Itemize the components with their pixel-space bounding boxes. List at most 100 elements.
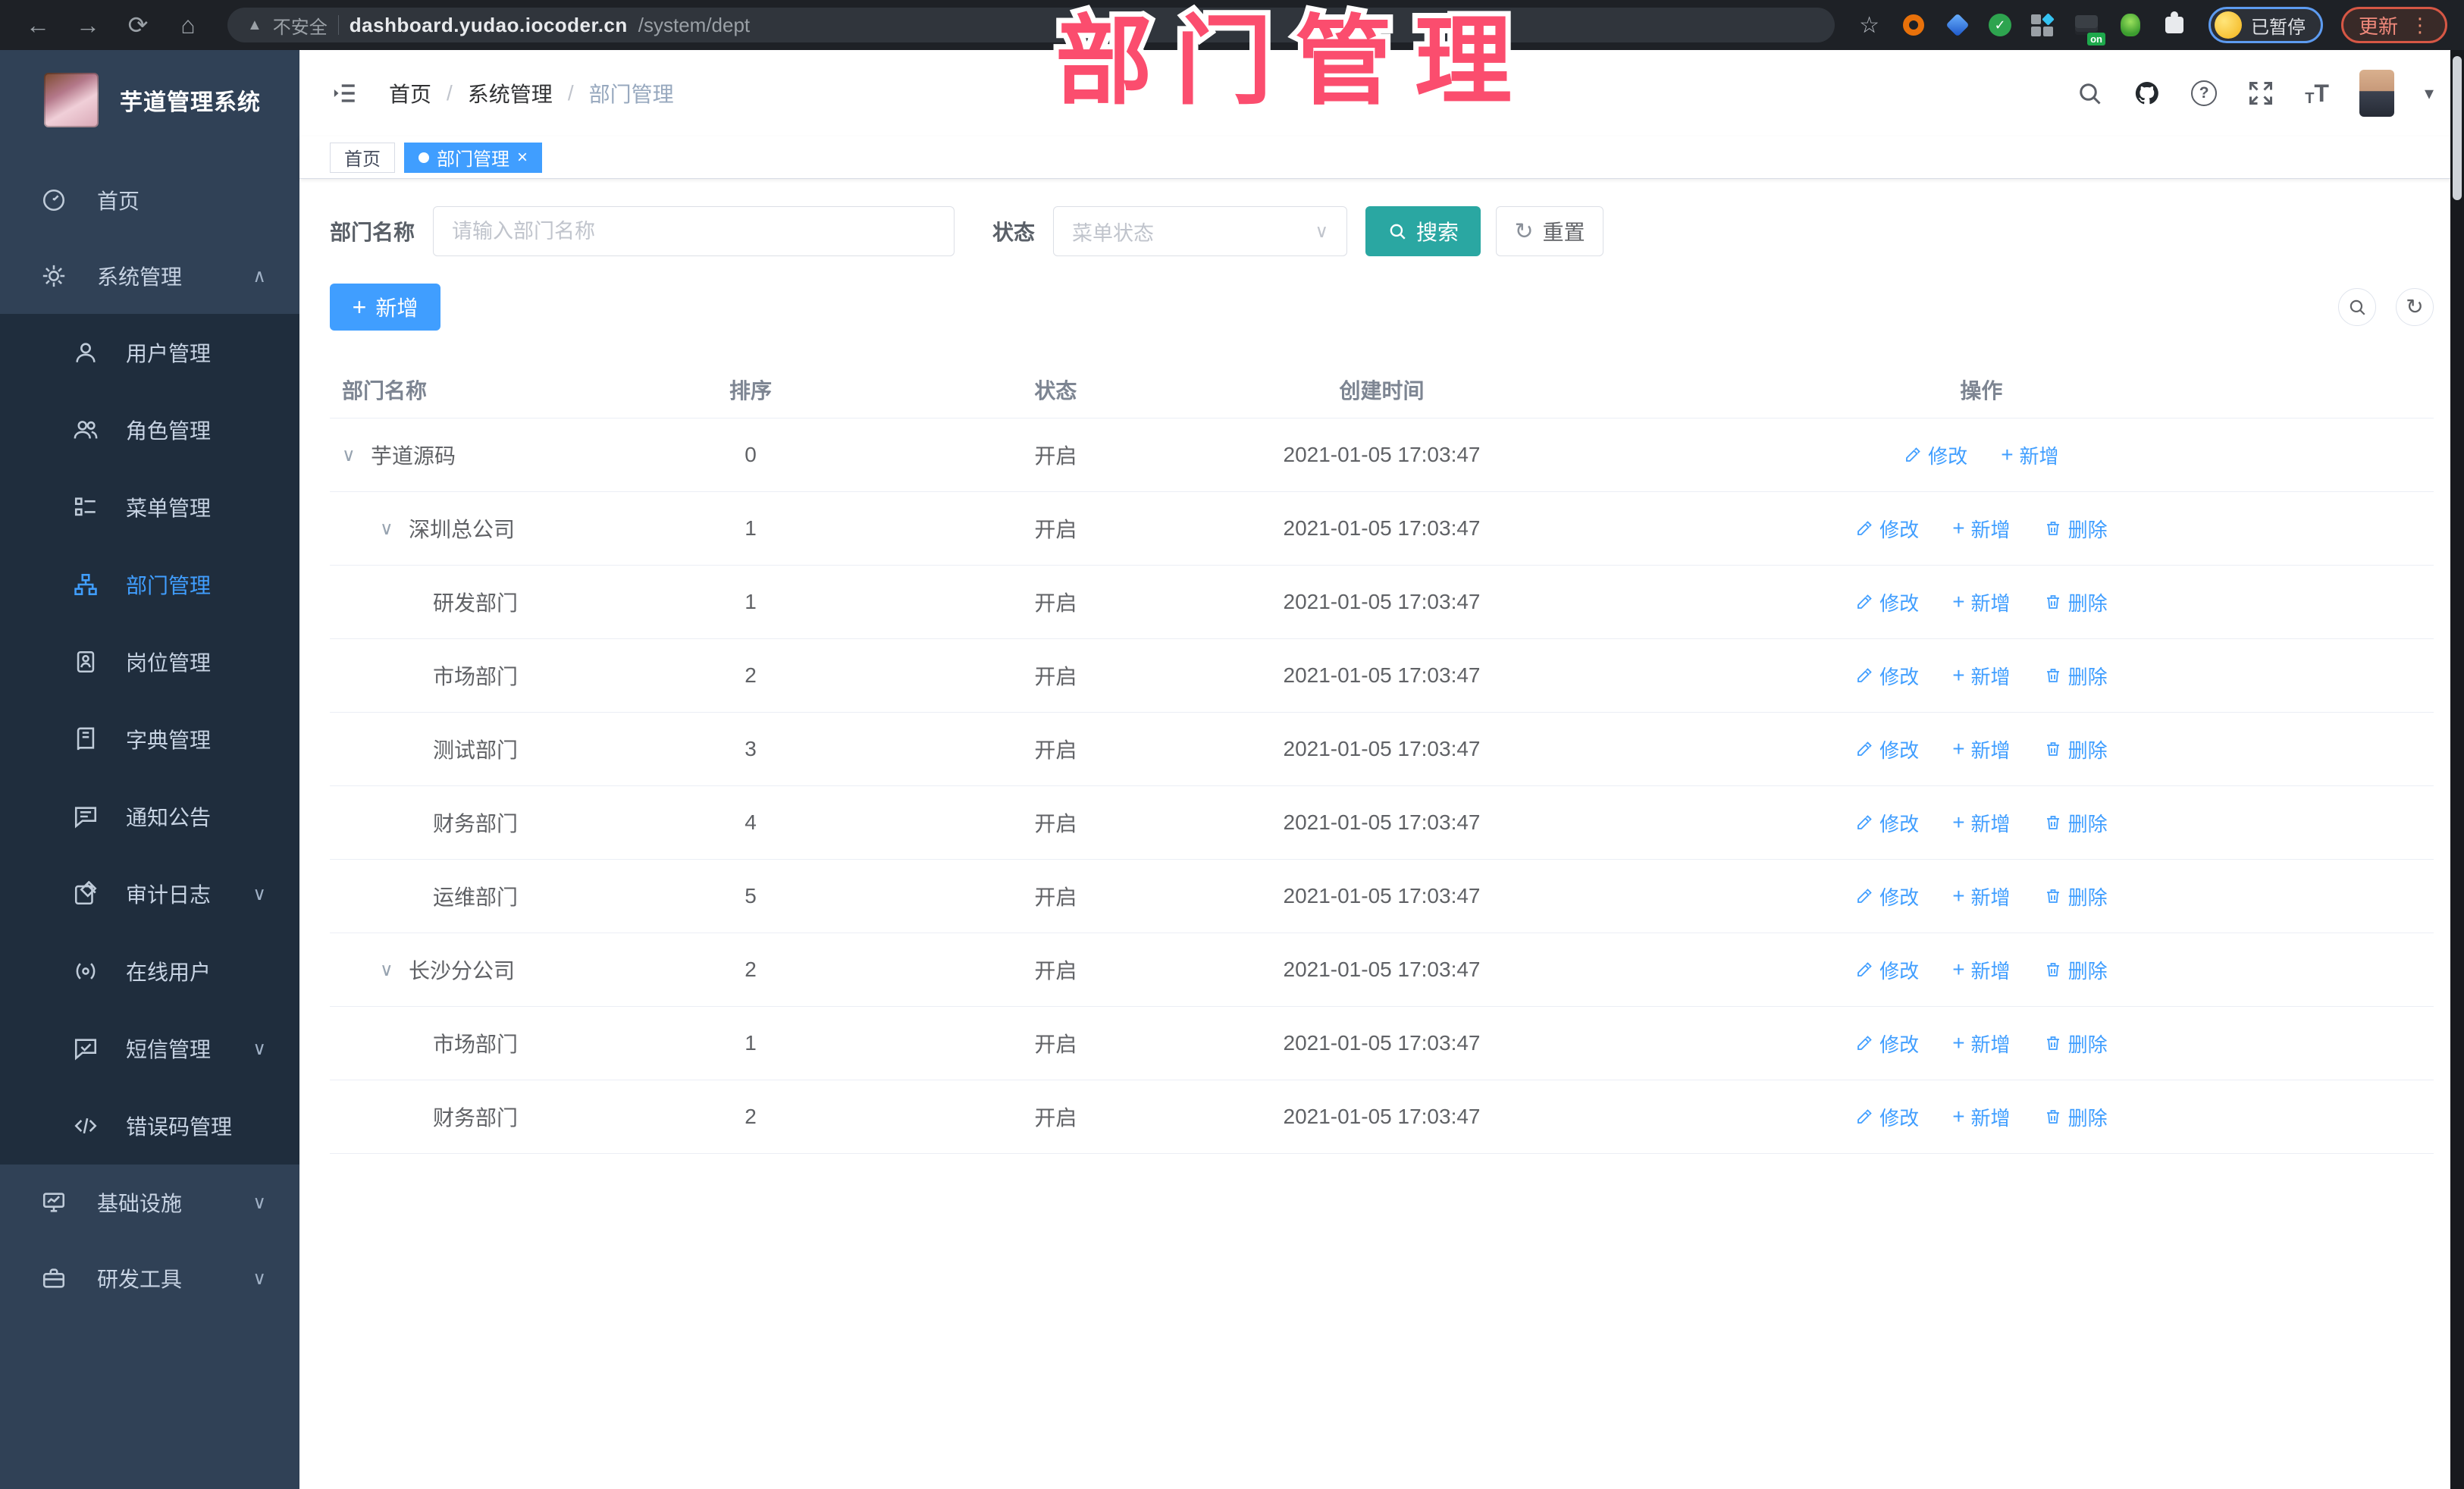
sidebar-item-infrastructure[interactable]: 基础设施 ∨ xyxy=(0,1165,299,1240)
row-action-delete[interactable]: 删除 xyxy=(2044,956,2108,984)
sidebar-logo[interactable]: 芋道管理系统 xyxy=(0,50,299,150)
sidebar-item-online-users[interactable]: 在线用户 xyxy=(0,933,299,1010)
row-action-add[interactable]: + 新增 xyxy=(1952,809,2010,837)
row-action-modify[interactable]: 修改 xyxy=(1904,441,1967,469)
browser-update-button[interactable]: 更新 ⋮ xyxy=(2340,7,2447,43)
row-action-add[interactable]: + 新增 xyxy=(1952,515,2010,543)
browser-scrollbar[interactable] xyxy=(2450,50,2464,1489)
extension-icon-gem[interactable] xyxy=(1945,12,1970,38)
row-action-delete[interactable]: 删除 xyxy=(2044,809,2108,837)
security-warning-icon: ▲ xyxy=(247,16,262,33)
row-action-delete[interactable]: 删除 xyxy=(2044,1030,2108,1058)
table-toolbar: + 新增 ↻ xyxy=(330,284,2434,331)
row-action-add[interactable]: + 新增 xyxy=(1952,956,2010,984)
browser-home-icon[interactable]: ⌂ xyxy=(167,0,209,50)
bookmark-star-icon[interactable]: ☆ xyxy=(1859,12,1879,39)
row-action-modify[interactable]: 修改 xyxy=(1855,1103,1919,1131)
browser-menu-icon[interactable]: ⋮ xyxy=(2410,14,2430,37)
cell-actions: 修改 + 新增 删除 xyxy=(1529,1030,2434,1058)
row-action-add[interactable]: + 新增 xyxy=(1952,588,2010,616)
row-action-modify[interactable]: 修改 xyxy=(1855,515,1919,543)
sidebar-item-home[interactable]: 首页 xyxy=(0,162,299,238)
dept-name-input[interactable] xyxy=(433,206,955,256)
row-action-modify[interactable]: 修改 xyxy=(1855,1030,1919,1058)
trash-icon xyxy=(2044,666,2062,685)
extensions-puzzle-icon[interactable] xyxy=(2161,11,2187,38)
row-action-modify[interactable]: 修改 xyxy=(1855,588,1919,616)
cell-actions: 修改 + 新增 删除 xyxy=(1529,588,2434,616)
user-avatar[interactable] xyxy=(2359,70,2394,117)
row-action-add[interactable]: + 新增 xyxy=(1952,882,2010,911)
tab-dept-management[interactable]: 部门管理 × xyxy=(404,142,543,173)
add-button[interactable]: + 新增 xyxy=(330,284,440,331)
refresh-button[interactable]: ↻ xyxy=(2396,288,2434,326)
row-action-modify[interactable]: 修改 xyxy=(1855,809,1919,837)
expand-arrow-icon[interactable]: ∨ xyxy=(380,959,401,981)
row-action-delete[interactable]: 删除 xyxy=(2044,1103,2108,1131)
sidebar-item-dept-management[interactable]: 部门管理 xyxy=(0,546,299,623)
sidebar-item-post-management[interactable]: 岗位管理 xyxy=(0,623,299,701)
row-action-modify[interactable]: 修改 xyxy=(1855,882,1919,911)
extension-icon-grid[interactable] xyxy=(2030,12,2055,38)
github-icon[interactable] xyxy=(2133,80,2161,107)
security-label[interactable]: 不安全 xyxy=(273,12,328,39)
close-icon[interactable]: × xyxy=(517,148,528,167)
cell-status: 开启 xyxy=(1034,444,1077,468)
fullscreen-icon[interactable] xyxy=(2247,80,2274,107)
sidebar-item-system-management[interactable]: 系统管理 ∧ xyxy=(0,238,299,314)
sidebar-item-notice-announcement[interactable]: 通知公告 xyxy=(0,778,299,855)
address-bar[interactable]: ▲ 不安全 dashboard.yudao.iocoder.cn/system/… xyxy=(227,8,1835,42)
sidebar-item-error-code-management[interactable]: 错误码管理 xyxy=(0,1087,299,1165)
reset-button[interactable]: ↻ 重置 xyxy=(1496,206,1604,256)
expand-arrow-icon[interactable]: ∨ xyxy=(380,518,401,540)
row-action-delete[interactable]: 删除 xyxy=(2044,662,2108,690)
edit-icon xyxy=(1855,519,1873,538)
expand-arrow-icon[interactable]: ∨ xyxy=(342,444,363,466)
scrollbar-thumb[interactable] xyxy=(2453,56,2462,200)
row-action-modify[interactable]: 修改 xyxy=(1855,735,1919,763)
sidebar-item-dict-management[interactable]: 字典管理 xyxy=(0,701,299,778)
breadcrumb-system[interactable]: 系统管理 xyxy=(468,78,553,108)
toggle-search-button[interactable] xyxy=(2338,288,2376,326)
hamburger-icon[interactable] xyxy=(330,80,360,106)
search-button[interactable]: 搜索 xyxy=(1365,206,1481,256)
sidebar-item-menu-management[interactable]: 菜单管理 xyxy=(0,469,299,546)
tab-home[interactable]: 首页 xyxy=(330,142,395,173)
browser-back-icon[interactable]: ← xyxy=(17,0,59,50)
browser-reload-icon[interactable]: ⟳ xyxy=(117,0,159,50)
col-created: 创建时间 xyxy=(1339,378,1425,403)
search-icon[interactable] xyxy=(2076,80,2103,107)
extension-icon-sprout[interactable] xyxy=(2118,12,2143,38)
extension-icon-orange[interactable] xyxy=(1901,12,1926,38)
row-action-delete[interactable]: 删除 xyxy=(2044,588,2108,616)
row-action-delete[interactable]: 删除 xyxy=(2044,735,2108,763)
row-action-delete[interactable]: 删除 xyxy=(2044,515,2108,543)
row-action-delete[interactable]: 删除 xyxy=(2044,882,2108,911)
app-title: 芋道管理系统 xyxy=(120,90,261,115)
sidebar-item-dev-tools[interactable]: 研发工具 ∨ xyxy=(0,1240,299,1316)
sidebar-item-sms-management[interactable]: 短信管理 ∨ xyxy=(0,1010,299,1087)
dashboard-icon xyxy=(41,187,67,213)
row-action-add[interactable]: + 新增 xyxy=(2001,441,2058,469)
chevron-down-icon: ∨ xyxy=(1315,221,1329,242)
sidebar-item-audit-log[interactable]: 审计日志 ∨ xyxy=(0,855,299,933)
breadcrumb-home[interactable]: 首页 xyxy=(389,78,431,108)
avatar-caret-icon[interactable]: ▾ xyxy=(2425,83,2434,105)
status-select[interactable]: 菜单状态 ∨ xyxy=(1053,206,1348,256)
sidebar-item-role-management[interactable]: 角色管理 xyxy=(0,391,299,469)
row-action-modify[interactable]: 修改 xyxy=(1855,662,1919,690)
sidebar-item-user-management[interactable]: 用户管理 xyxy=(0,314,299,391)
browser-profile-chip[interactable]: 已暂停 xyxy=(2208,7,2323,43)
row-action-add[interactable]: + 新增 xyxy=(1952,1103,2010,1131)
extension-icon-switch[interactable]: on xyxy=(2074,12,2105,45)
row-action-add[interactable]: + 新增 xyxy=(1952,662,2010,690)
row-action-add[interactable]: + 新增 xyxy=(1952,1030,2010,1058)
extension-icon-green-check[interactable]: ✓ xyxy=(1988,14,2011,36)
browser-forward-icon[interactable]: → xyxy=(67,0,109,50)
font-size-icon[interactable]: TT xyxy=(2305,80,2329,108)
help-icon[interactable]: ? xyxy=(2191,80,2218,106)
divider xyxy=(337,15,339,35)
row-action-modify[interactable]: 修改 xyxy=(1855,956,1919,984)
cell-dept-name: 市场部门 xyxy=(433,665,519,688)
row-action-add[interactable]: + 新增 xyxy=(1952,735,2010,763)
